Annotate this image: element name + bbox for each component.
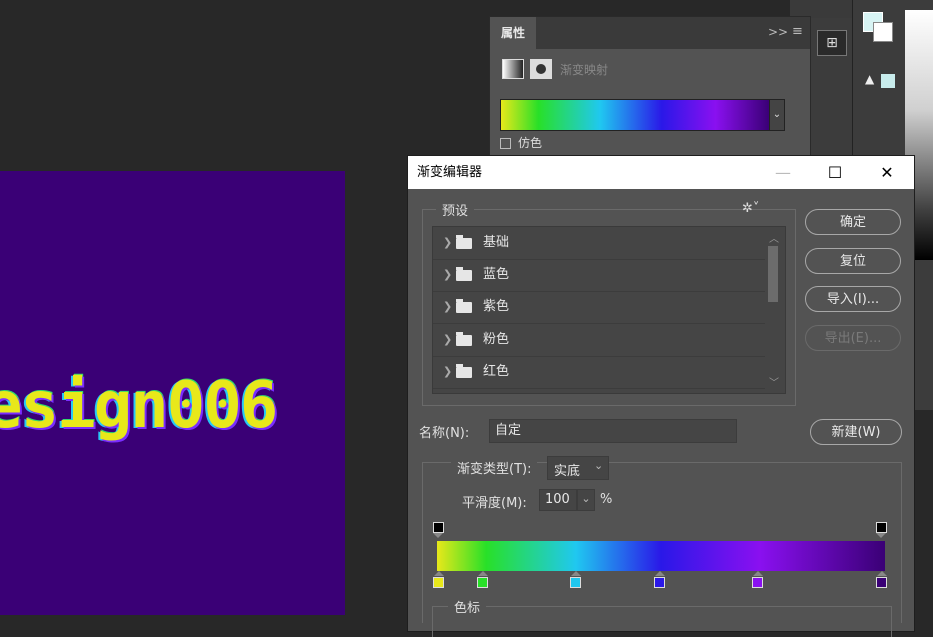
warning-icon: ▲	[865, 72, 875, 86]
color-stop-4[interactable]	[654, 577, 665, 588]
name-field[interactable]: 自定	[489, 419, 737, 443]
reset-button[interactable]: 复位	[805, 248, 901, 274]
color-stop-6-arrow	[877, 571, 887, 576]
maximize-button[interactable]: ☐	[812, 156, 858, 189]
gradient-type-select[interactable]: 实底 ⌄	[547, 456, 609, 480]
opacity-stop-right-arrow	[876, 533, 886, 538]
gradient-map-icon	[502, 59, 524, 79]
folder-icon	[456, 364, 472, 378]
preset-folder-basic[interactable]: ❯ 基础	[433, 227, 765, 260]
gradient-editor-dialog: 渐变编辑器 — ☐ ✕ 预设 ✲˅ ❯ 基础 ❯ 蓝色 ❯ 紫色 ❯ 粉色 ❯	[407, 155, 915, 637]
new-button[interactable]: 新建(W)	[810, 419, 902, 445]
double-chevron-right-icon[interactable]: >>	[768, 25, 788, 39]
color-stop-4-arrow	[655, 571, 665, 576]
scroll-up-icon[interactable]: ︿	[769, 230, 779, 245]
dialog-title: 渐变编辑器	[417, 165, 483, 180]
preset-folder-red[interactable]: ❯ 红色	[433, 356, 765, 389]
gradient-type-value: 实底	[554, 464, 581, 479]
dither-label: 仿色	[518, 136, 543, 150]
preset-folder-pink[interactable]: ❯ 粉色	[433, 324, 765, 357]
color-stop-5-arrow	[753, 571, 763, 576]
color-stop-1[interactable]	[433, 577, 444, 588]
smoothness-dropdown[interactable]: ⌄	[577, 489, 595, 511]
document-canvas[interactable]: esign006	[0, 171, 345, 615]
opacity-stop-right[interactable]	[876, 522, 887, 533]
preset-folder-purple[interactable]: ❯ 紫色	[433, 291, 765, 324]
chevron-right-icon: ❯	[443, 333, 453, 346]
chevron-right-icon: ❯	[443, 365, 453, 378]
name-label: 名称(N):	[419, 426, 470, 441]
minimize-button[interactable]: —	[760, 156, 806, 189]
properties-dock-icon[interactable]: ⊞	[817, 30, 847, 56]
smoothness-unit: %	[600, 492, 613, 507]
close-button[interactable]: ✕	[864, 156, 910, 189]
canvas-text-layer: esign006	[0, 369, 278, 443]
folder-icon	[456, 299, 472, 313]
properties-tabbar: 属性 >> ≡	[490, 17, 810, 49]
color-stop-6[interactable]	[876, 577, 887, 588]
dither-checkbox[interactable]	[500, 138, 511, 149]
color-stop-2-arrow	[478, 571, 488, 576]
stops-group	[432, 606, 892, 637]
ok-button[interactable]: 确定	[805, 209, 901, 235]
color-stop-1-arrow	[434, 571, 444, 576]
folder-icon	[456, 332, 472, 346]
chevron-right-icon: ❯	[443, 268, 453, 281]
chevron-down-icon[interactable]: ⌄	[769, 99, 785, 131]
dialog-titlebar[interactable]: 渐变编辑器 — ☐ ✕	[408, 156, 914, 189]
gradient-bar[interactable]	[437, 541, 885, 571]
hamburger-icon[interactable]: ≡	[792, 24, 803, 39]
scroll-down-icon[interactable]: ﹀	[769, 374, 779, 389]
stops-label: 色标	[448, 597, 487, 616]
chevron-right-icon: ❯	[443, 300, 453, 313]
preset-folder-blue[interactable]: ❯ 蓝色	[433, 259, 765, 292]
properties-panel: 属性 >> ≡ 渐变映射 ⌄ 仿色	[489, 16, 811, 158]
gradient-type-label: 渐变类型(T):	[451, 458, 538, 477]
import-button[interactable]: 导入(I)...	[805, 286, 901, 312]
folder-icon	[456, 267, 472, 281]
color-stop-5[interactable]	[752, 577, 763, 588]
export-button[interactable]: 导出(E)...	[805, 325, 901, 351]
gradient-map-preview[interactable]	[500, 99, 770, 131]
adjustment-name: 渐变映射	[560, 63, 609, 77]
smoothness-field[interactable]: 100	[539, 489, 577, 511]
color-stop-3[interactable]	[570, 577, 581, 588]
folder-icon	[456, 235, 472, 249]
background-color-swatch[interactable]	[873, 22, 893, 42]
tab-properties[interactable]: 属性	[490, 17, 536, 49]
preset-list[interactable]: ❯ 基础 ❯ 蓝色 ❯ 紫色 ❯ 粉色 ❯ 红色	[432, 226, 786, 394]
presets-label: 预设	[436, 200, 475, 219]
web-safe-swatch[interactable]	[881, 74, 895, 88]
mask-icon[interactable]	[530, 59, 552, 79]
smoothness-label: 平滑度(M):	[462, 496, 527, 511]
preset-scrollbar-thumb[interactable]	[768, 246, 778, 302]
color-stop-2[interactable]	[477, 577, 488, 588]
gear-icon[interactable]: ✲˅	[742, 201, 759, 216]
chevron-right-icon: ❯	[443, 236, 453, 249]
chevron-down-icon: ⌄	[594, 459, 604, 472]
opacity-stop-left-arrow	[433, 533, 443, 538]
color-stop-3-arrow	[571, 571, 581, 576]
opacity-stop-left[interactable]	[433, 522, 444, 533]
